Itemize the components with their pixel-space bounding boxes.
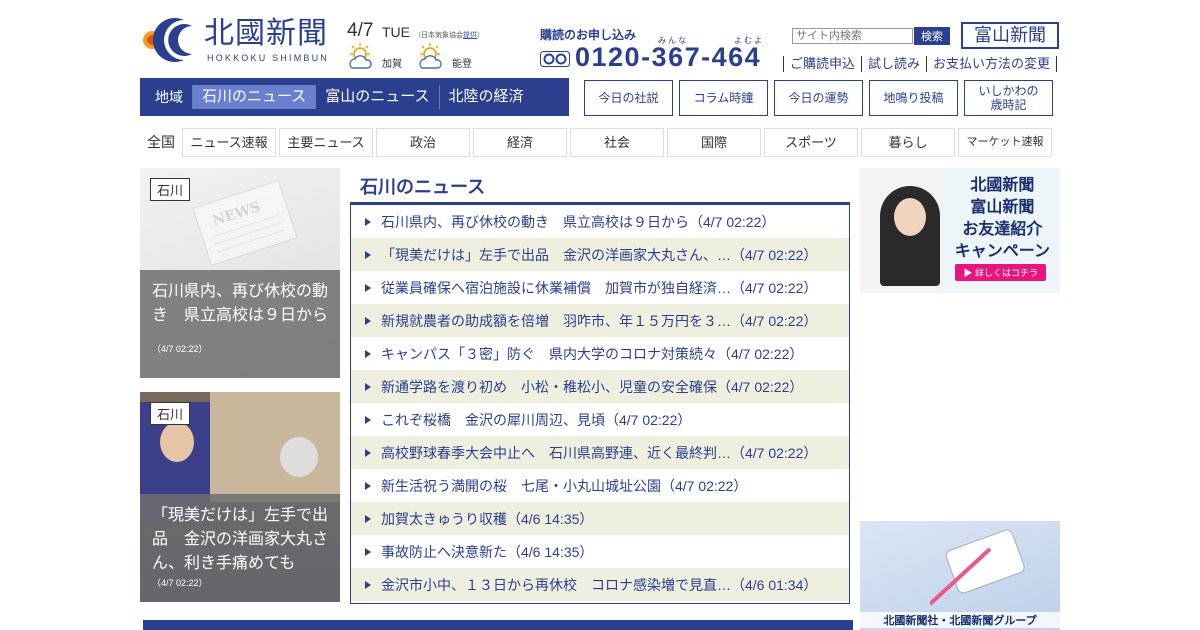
fortune-link[interactable]: 今日の運勢: [774, 80, 863, 116]
category-bar: 全国 ニュース速報 主要ニュース 政治 経済 社会 国際 スポーツ 暮らし マー…: [140, 128, 1055, 157]
card-time: （4/7 02:22）: [152, 344, 208, 354]
search-button[interactable]: 検索: [914, 27, 950, 45]
cat-economy[interactable]: 経済: [473, 128, 567, 157]
list-item[interactable]: 加賀太きゅうり収穫（4/6 14:35）: [351, 502, 849, 535]
list-item[interactable]: 事故防止へ決意新た（4/6 14:35）: [351, 535, 849, 568]
person-image: [280, 437, 318, 477]
list-item[interactable]: 石川県内、再び休校の動き 県立高校は９日から（4/7 02:22）: [351, 205, 849, 238]
arrow-right-icon: [365, 415, 371, 424]
arrow-right-icon: [365, 448, 371, 457]
bottom-banner[interactable]: [143, 620, 853, 630]
arrow-right-icon: [365, 217, 371, 226]
current-day: TUE: [382, 24, 410, 40]
list-item[interactable]: 従業員確保へ宿泊施設に休業補償 加賀市が独自経済…（4/7 02:22）: [351, 271, 849, 304]
region-label: 地域: [155, 89, 183, 105]
card-region-tag: 石川: [150, 178, 191, 201]
editorial-link[interactable]: 今日の社説: [584, 80, 673, 116]
news-section-title: 石川のニュース: [360, 177, 486, 197]
payment-change-link[interactable]: お支払い方法の変更: [926, 56, 1058, 72]
ad-headline: 北國新聞 富山新聞 お友達紹介 キャンペーン: [954, 175, 1050, 260]
card-caption: 「現美だけは」左手で出品 金沢の洋画家大丸さん、利き手痛めても （4/7 02:…: [140, 494, 340, 602]
seasonal-calendar-link[interactable]: いしかわの 歳時記: [964, 80, 1053, 116]
cat-breaking-news[interactable]: ニュース速報: [182, 128, 276, 157]
ad-caption: 北國新聞社・北國新聞グループ: [860, 612, 1060, 628]
feature-card[interactable]: NEWS 石川 石川県内、再び休校の動き 県立高校は９日から （4/7 02:2…: [140, 168, 340, 378]
newspaper-icon: NEWS: [192, 179, 298, 267]
list-item[interactable]: これぞ桜橋 金沢の犀川周辺、見頃（4/7 02:22）: [351, 403, 849, 436]
weather-credit: （日本気象協会提供）: [414, 32, 484, 39]
list-item[interactable]: 新規就農者の助成額を倍増 羽咋市、年１５万円を３…（4/7 02:22）: [351, 304, 849, 337]
phone-writing-icon: [930, 529, 1025, 606]
sun-cloud-icon[interactable]: [416, 42, 446, 72]
person-image: [160, 422, 194, 462]
cat-politics[interactable]: 政治: [376, 128, 470, 157]
subscribe-link[interactable]: ご購読申込: [783, 56, 861, 72]
card-region-tag: 石川: [150, 402, 191, 425]
cat-international[interactable]: 国際: [667, 128, 761, 157]
tab-ishikawa-news[interactable]: 石川のニュース: [192, 85, 316, 109]
subscribe-title[interactable]: 購読のお申し込み: [540, 26, 636, 43]
model-face-image: [894, 198, 926, 236]
arrow-right-icon: [365, 514, 371, 523]
current-date: 4/7: [347, 20, 374, 41]
tab-hokuriku-economy[interactable]: 北陸の経済: [438, 85, 533, 109]
trial-read-link[interactable]: 試し読み: [861, 56, 926, 72]
list-item[interactable]: 新生活祝う満開の桜 七尾・小丸山城址公園（4/7 02:22）: [351, 469, 849, 502]
arrow-right-icon: [365, 283, 371, 292]
arrow-right-icon: [365, 382, 371, 391]
list-item[interactable]: キャンパス「３密」防ぐ 県内大学のコロナ対策続々（4/7 02:22）: [351, 337, 849, 370]
sun-cloud-icon[interactable]: [346, 42, 376, 72]
weather-credit-link[interactable]: 提供: [463, 32, 477, 39]
card-title[interactable]: 「現美だけは」左手で出品 金沢の洋画家大丸さん、利き手痛めても: [152, 504, 328, 576]
list-item[interactable]: 新通学路を渡り初め 小松・稚松小、児童の安全確保（4/7 02:22）: [351, 370, 849, 403]
free-dial-icon: [540, 51, 570, 67]
logo-subtitle: HOKKOKU SHIMBUN: [207, 53, 330, 63]
phone-number[interactable]: 0120-367-464: [575, 42, 761, 73]
group-ad[interactable]: 北國新聞社・北國新聞グループ: [860, 521, 1060, 630]
search-input[interactable]: [792, 28, 913, 44]
card-time: （4/7 02:22）: [152, 578, 208, 588]
news-list: 石川県内、再び休校の動き 県立高校は９日から（4/7 02:22） 「現美だけは…: [350, 202, 850, 604]
card-title[interactable]: 石川県内、再び休校の動き 県立高校は９日から: [152, 280, 328, 328]
category-label: 全国: [147, 134, 175, 150]
logo-title[interactable]: 北國新聞: [204, 16, 328, 52]
toyama-shimbun-logo[interactable]: 富山新聞: [961, 22, 1059, 49]
ad-details-button[interactable]: ▶ 詳しくはコチラ: [955, 264, 1046, 281]
hokkoku-logo-icon[interactable]: [140, 16, 196, 64]
card-caption: 石川県内、再び休校の動き 県立高校は９日から （4/7 02:22）: [140, 270, 340, 378]
feature-card[interactable]: 石川 「現美だけは」左手で出品 金沢の洋画家大丸さん、利き手痛めても （4/7 …: [140, 392, 340, 602]
feature-links: 今日の社説 コラム時鐘 今日の運勢 地鳴り投稿 いしかわの 歳時記: [584, 80, 1053, 116]
arrow-right-icon: [365, 547, 371, 556]
cat-society[interactable]: 社会: [570, 128, 664, 157]
list-item[interactable]: 高校野球春季大会中止へ 石川県高野連、近く最終判…（4/7 02:22）: [351, 436, 849, 469]
cat-market[interactable]: マーケット速報: [958, 128, 1052, 157]
tab-toyama-news[interactable]: 富山のニュース: [315, 85, 438, 109]
referral-campaign-ad[interactable]: 北國新聞 富山新聞 お友達紹介 キャンペーン ▶ 詳しくはコチラ: [860, 168, 1060, 293]
arrow-right-icon: [365, 316, 371, 325]
column-link[interactable]: コラム時鐘: [679, 80, 768, 116]
cat-top-news[interactable]: 主要ニュース: [279, 128, 373, 157]
cat-sports[interactable]: スポーツ: [764, 128, 858, 157]
cat-living[interactable]: 暮らし: [861, 128, 955, 157]
painting-image: [210, 392, 340, 502]
list-item[interactable]: 「現美だけは」左手で出品 金沢の洋画家大丸さん、…（4/7 02:22）: [351, 238, 849, 271]
reader-post-link[interactable]: 地鳴り投稿: [869, 80, 958, 116]
arrow-right-icon: [365, 481, 371, 490]
region-nav: 地域 石川のニュース 富山のニュース 北陸の経済: [140, 78, 569, 116]
weather-label-noto: 能登: [452, 59, 472, 70]
list-item[interactable]: 金沢市小中、１３日から再休校 コロナ感染増で見直…（4/6 01:34）: [351, 568, 849, 601]
utility-links: ご購読申込 試し読み お支払い方法の変更: [783, 56, 1058, 72]
weather-label-kaga: 加賀: [382, 59, 402, 70]
arrow-right-icon: [365, 349, 371, 358]
arrow-right-icon: [365, 580, 371, 589]
arrow-right-icon: [365, 250, 371, 259]
